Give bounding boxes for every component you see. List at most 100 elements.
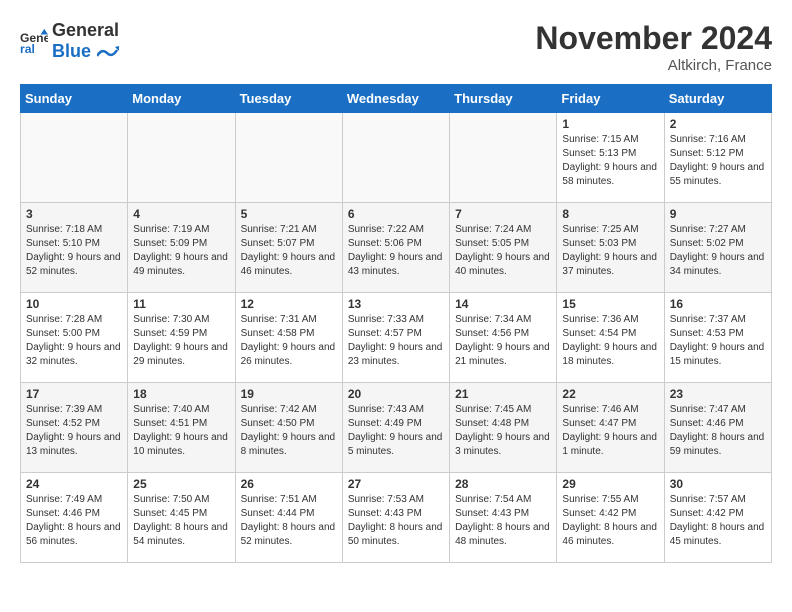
calendar-week-row: 10 Sunrise: 7:28 AM Sunset: 5:00 PM Dayli… xyxy=(21,293,772,383)
calendar-cell: 23Sunrise: 7:47 AM Sunset: 4:46 PM Dayli… xyxy=(664,383,771,473)
day-info: Sunrise: 7:46 AM Sunset: 4:47 PM Dayligh… xyxy=(562,403,658,459)
calendar-cell: 6 Sunrise: 7:22 AM Sunset: 5:06 PM Daylig… xyxy=(342,203,449,293)
header-sunday: Sunday xyxy=(21,85,128,113)
calendar-cell: 29Sunrise: 7:55 AM Sunset: 4:42 PM Dayli… xyxy=(557,473,664,563)
day-number: 9 xyxy=(670,207,766,221)
calendar-cell xyxy=(128,113,235,203)
day-number: 6 xyxy=(348,207,444,221)
calendar-cell xyxy=(342,113,449,203)
calendar-table: SundayMondayTuesdayWednesdayThursdayFrid… xyxy=(20,84,772,563)
logo-wave-icon xyxy=(97,46,119,60)
calendar-cell: 9 Sunrise: 7:27 AM Sunset: 5:02 PM Daylig… xyxy=(664,203,771,293)
calendar-cell: 21Sunrise: 7:45 AM Sunset: 4:48 PM Dayli… xyxy=(450,383,557,473)
calendar-cell: 3Sunrise: 7:18 AM Sunset: 5:10 PM Daylig… xyxy=(21,203,128,293)
day-info: Sunrise: 7:47 AM Sunset: 4:46 PM Dayligh… xyxy=(670,403,766,459)
calendar-header-row: SundayMondayTuesdayWednesdayThursdayFrid… xyxy=(21,85,772,113)
day-info: Sunrise: 7:15 AM Sunset: 5:13 PM Dayligh… xyxy=(562,133,658,189)
day-info: Sunrise: 7:53 AM Sunset: 4:43 PM Dayligh… xyxy=(348,493,444,549)
calendar-cell: 24 Sunrise: 7:49 AM Sunset: 4:46 PM Dayli… xyxy=(21,473,128,563)
day-number: 8 xyxy=(562,207,658,221)
day-info: Sunrise: 7:42 AM Sunset: 4:50 PM Dayligh… xyxy=(241,403,337,459)
calendar-cell xyxy=(21,113,128,203)
day-number: 1 xyxy=(562,117,658,131)
day-info: Sunrise: 7:37 AM Sunset: 4:53 PM Dayligh… xyxy=(670,313,766,369)
day-number: 20 xyxy=(348,387,444,401)
day-number: 11 xyxy=(133,297,229,311)
day-number: 7 xyxy=(455,207,551,221)
calendar-cell: 2 Sunrise: 7:16 AM Sunset: 5:12 PM Daylig… xyxy=(664,113,771,203)
page-header: Gene ral General Blue November 2024 Altk… xyxy=(20,20,772,74)
day-info: Sunrise: 7:30 AM Sunset: 4:59 PM Dayligh… xyxy=(133,313,229,369)
location-subtitle: Altkirch, France xyxy=(535,57,772,74)
logo: Gene ral General Blue xyxy=(20,20,119,62)
calendar-cell: 4 Sunrise: 7:19 AM Sunset: 5:09 PM Daylig… xyxy=(128,203,235,293)
day-info: Sunrise: 7:25 AM Sunset: 5:03 PM Dayligh… xyxy=(562,223,658,279)
day-info: Sunrise: 7:31 AM Sunset: 4:58 PM Dayligh… xyxy=(241,313,337,369)
day-number: 21 xyxy=(455,387,551,401)
logo-blue: Blue xyxy=(52,41,91,61)
month-title: November 2024 xyxy=(535,20,772,57)
logo-general: General xyxy=(52,20,119,41)
header-wednesday: Wednesday xyxy=(342,85,449,113)
calendar-cell: 1 Sunrise: 7:15 AM Sunset: 5:13 PM Daylig… xyxy=(557,113,664,203)
calendar-week-row: 17 Sunrise: 7:39 AM Sunset: 4:52 PM Dayli… xyxy=(21,383,772,473)
calendar-cell: 16 Sunrise: 7:37 AM Sunset: 4:53 PM Dayli… xyxy=(664,293,771,383)
day-info: Sunrise: 7:50 AM Sunset: 4:45 PM Dayligh… xyxy=(133,493,229,549)
calendar-cell xyxy=(235,113,342,203)
day-number: 15 xyxy=(562,297,658,311)
calendar-cell: 13 Sunrise: 7:33 AM Sunset: 4:57 PM Dayli… xyxy=(342,293,449,383)
day-info: Sunrise: 7:34 AM Sunset: 4:56 PM Dayligh… xyxy=(455,313,551,369)
day-number: 25 xyxy=(133,477,229,491)
calendar-cell: 8 Sunrise: 7:25 AM Sunset: 5:03 PM Daylig… xyxy=(557,203,664,293)
header-friday: Friday xyxy=(557,85,664,113)
day-info: Sunrise: 7:27 AM Sunset: 5:02 PM Dayligh… xyxy=(670,223,766,279)
day-info: Sunrise: 7:57 AM Sunset: 4:42 PM Dayligh… xyxy=(670,493,766,549)
calendar-cell: 7 Sunrise: 7:24 AM Sunset: 5:05 PM Daylig… xyxy=(450,203,557,293)
title-block: November 2024 Altkirch, France xyxy=(535,20,772,74)
day-info: Sunrise: 7:40 AM Sunset: 4:51 PM Dayligh… xyxy=(133,403,229,459)
day-number: 2 xyxy=(670,117,766,131)
header-thursday: Thursday xyxy=(450,85,557,113)
day-info: Sunrise: 7:39 AM Sunset: 4:52 PM Dayligh… xyxy=(26,403,122,459)
day-info: Sunrise: 7:28 AM Sunset: 5:00 PM Dayligh… xyxy=(26,313,122,369)
calendar-week-row: 1 Sunrise: 7:15 AM Sunset: 5:13 PM Daylig… xyxy=(21,113,772,203)
day-number: 5 xyxy=(241,207,337,221)
day-number: 24 xyxy=(26,477,122,491)
svg-text:ral: ral xyxy=(20,42,35,55)
calendar-cell xyxy=(450,113,557,203)
day-info: Sunrise: 7:16 AM Sunset: 5:12 PM Dayligh… xyxy=(670,133,766,189)
day-info: Sunrise: 7:24 AM Sunset: 5:05 PM Dayligh… xyxy=(455,223,551,279)
day-number: 29 xyxy=(562,477,658,491)
day-number: 13 xyxy=(348,297,444,311)
day-number: 17 xyxy=(26,387,122,401)
day-number: 4 xyxy=(133,207,229,221)
day-info: Sunrise: 7:22 AM Sunset: 5:06 PM Dayligh… xyxy=(348,223,444,279)
day-number: 18 xyxy=(133,387,229,401)
calendar-cell: 22Sunrise: 7:46 AM Sunset: 4:47 PM Dayli… xyxy=(557,383,664,473)
day-number: 28 xyxy=(455,477,551,491)
day-number: 3 xyxy=(26,207,122,221)
calendar-cell: 27Sunrise: 7:53 AM Sunset: 4:43 PM Dayli… xyxy=(342,473,449,563)
calendar-week-row: 24 Sunrise: 7:49 AM Sunset: 4:46 PM Dayli… xyxy=(21,473,772,563)
calendar-cell: 12Sunrise: 7:31 AM Sunset: 4:58 PM Dayli… xyxy=(235,293,342,383)
day-info: Sunrise: 7:33 AM Sunset: 4:57 PM Dayligh… xyxy=(348,313,444,369)
header-tuesday: Tuesday xyxy=(235,85,342,113)
calendar-cell: 28Sunrise: 7:54 AM Sunset: 4:43 PM Dayli… xyxy=(450,473,557,563)
day-number: 30 xyxy=(670,477,766,491)
calendar-cell: 25 Sunrise: 7:50 AM Sunset: 4:45 PM Dayli… xyxy=(128,473,235,563)
day-number: 19 xyxy=(241,387,337,401)
calendar-cell: 19 Sunrise: 7:42 AM Sunset: 4:50 PM Dayli… xyxy=(235,383,342,473)
day-number: 14 xyxy=(455,297,551,311)
header-saturday: Saturday xyxy=(664,85,771,113)
day-info: Sunrise: 7:49 AM Sunset: 4:46 PM Dayligh… xyxy=(26,493,122,549)
day-info: Sunrise: 7:36 AM Sunset: 4:54 PM Dayligh… xyxy=(562,313,658,369)
calendar-cell: 26 Sunrise: 7:51 AM Sunset: 4:44 PM Dayli… xyxy=(235,473,342,563)
day-info: Sunrise: 7:51 AM Sunset: 4:44 PM Dayligh… xyxy=(241,493,337,549)
day-number: 26 xyxy=(241,477,337,491)
day-info: Sunrise: 7:19 AM Sunset: 5:09 PM Dayligh… xyxy=(133,223,229,279)
calendar-cell: 10 Sunrise: 7:28 AM Sunset: 5:00 PM Dayli… xyxy=(21,293,128,383)
calendar-cell: 17 Sunrise: 7:39 AM Sunset: 4:52 PM Dayli… xyxy=(21,383,128,473)
day-number: 10 xyxy=(26,297,122,311)
calendar-cell: 20Sunrise: 7:43 AM Sunset: 4:49 PM Dayli… xyxy=(342,383,449,473)
day-number: 16 xyxy=(670,297,766,311)
